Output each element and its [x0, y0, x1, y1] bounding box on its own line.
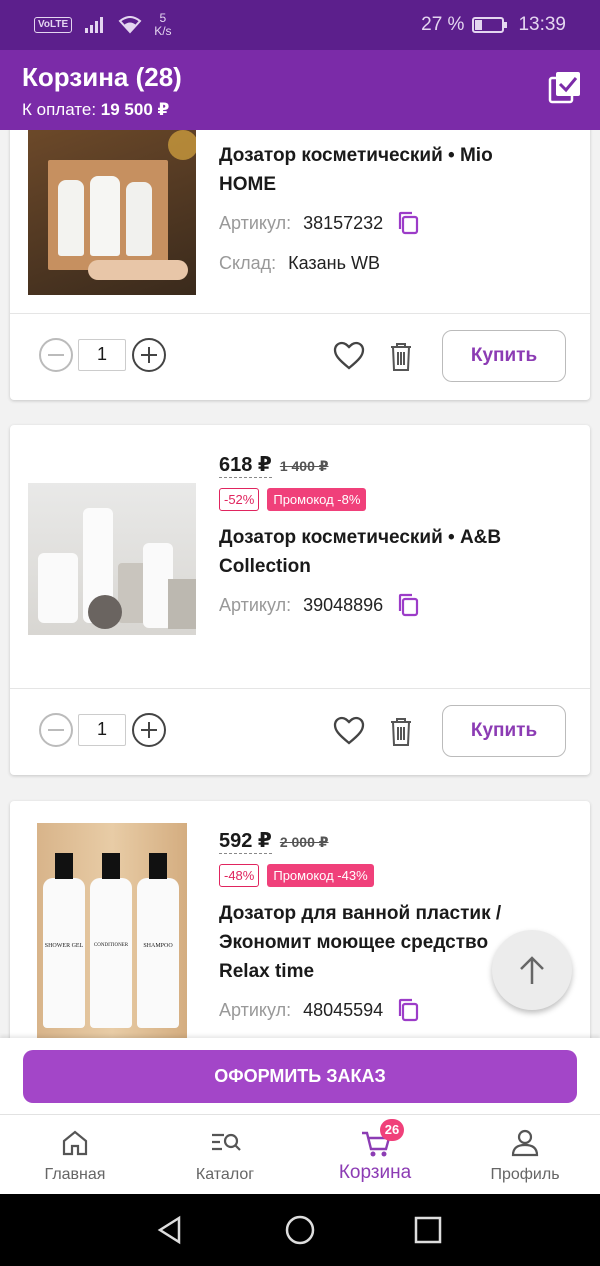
increase-quantity-button[interactable]: [132, 338, 166, 372]
checkout-button[interactable]: ОФОРМИТЬ ЗАКАЗ: [23, 1050, 577, 1103]
decrease-quantity-button[interactable]: [39, 338, 73, 372]
network-speed: 5 K/s: [154, 11, 172, 38]
article-value: 39048896: [303, 594, 384, 615]
item-controls: 1 Купить: [10, 312, 590, 400]
article-value: 38157232: [303, 212, 384, 233]
article-value: 48045594: [303, 999, 384, 1020]
nav-home[interactable]: Главная: [0, 1115, 150, 1195]
system-navigation-bar: [0, 1194, 600, 1266]
product-name[interactable]: Дозатор косметический • Mio HOME: [219, 141, 580, 199]
page-title: Корзина (28): [22, 62, 182, 92]
select-all-checkbox-icon[interactable]: [548, 70, 582, 104]
back-icon[interactable]: [155, 1215, 185, 1245]
discount-badge: -48%: [219, 864, 260, 887]
discount-badge: -52%: [219, 488, 260, 511]
volte-indicator: VoLTE: [34, 17, 73, 33]
label-shower-gel: SHOWER GEL: [44, 943, 84, 949]
copy-icon[interactable]: [397, 998, 419, 1022]
quantity-input[interactable]: 1: [78, 339, 126, 371]
nav-catalog[interactable]: Каталог: [150, 1115, 300, 1195]
buy-button[interactable]: Купить: [442, 330, 566, 382]
nav-profile[interactable]: Профиль: [450, 1115, 600, 1195]
article-row: Артикул: 39048896: [219, 593, 580, 617]
home-circle-icon[interactable]: [284, 1214, 316, 1246]
nav-cart[interactable]: 26 Корзина: [300, 1115, 450, 1195]
profile-icon: [511, 1129, 539, 1157]
status-bar: VoLTE 5 K/s 27 % 13:39: [0, 0, 600, 50]
pay-amount: 19 500 ₽: [100, 100, 170, 119]
item-controls: 1 Купить: [10, 687, 590, 775]
trash-icon[interactable]: [384, 339, 418, 373]
old-price: 2 000 ₽: [279, 834, 329, 850]
buy-button[interactable]: Купить: [442, 705, 566, 757]
promo-badge: Промокод -43%: [267, 864, 374, 887]
product-image[interactable]: SHOWER GEL CONDITIONER SHAMPOO: [37, 823, 187, 1038]
heart-icon[interactable]: [332, 714, 366, 748]
cart-item: 618 ₽ 1 400 ₽ -52% Промокод -8% Дозатор …: [10, 425, 590, 775]
increase-quantity-button[interactable]: [132, 713, 166, 747]
cart-count-badge: 26: [380, 1119, 404, 1141]
stock-row: Склад: Казань WB: [219, 253, 380, 273]
heart-icon[interactable]: [332, 339, 366, 373]
checkout-bar: ОФОРМИТЬ ЗАКАЗ: [0, 1038, 600, 1114]
battery-icon: [472, 17, 508, 33]
wifi-icon: [118, 16, 142, 34]
label-shampoo: SHAMPOO: [143, 943, 173, 949]
home-icon: [62, 1130, 88, 1156]
copy-icon[interactable]: [397, 593, 419, 617]
trash-icon[interactable]: [384, 714, 418, 748]
catalog-search-icon: [212, 1133, 241, 1151]
product-name[interactable]: Дозатор косметический • A&B Collection: [219, 523, 580, 581]
old-price: 1 400 ₽: [279, 458, 329, 474]
copy-icon[interactable]: [397, 211, 419, 235]
cart-list[interactable]: Дозатор косметический • Mio HOME Артикул…: [0, 130, 600, 1038]
cart-header: Корзина (28) К оплате: 19 500 ₽: [0, 50, 600, 130]
recent-apps-icon[interactable]: [413, 1215, 443, 1245]
clock: 13:39: [518, 14, 566, 35]
decrease-quantity-button[interactable]: [39, 713, 73, 747]
pay-summary: К оплате: 19 500 ₽: [22, 100, 169, 120]
price: 618 ₽: [219, 454, 272, 478]
price: 592 ₽: [219, 830, 272, 854]
article-row: Артикул: 38157232: [219, 211, 580, 235]
arrow-up-icon: [520, 956, 544, 984]
product-image[interactable]: [28, 483, 196, 635]
battery-percent: 27 %: [421, 14, 465, 35]
promo-badge: Промокод -8%: [267, 488, 367, 511]
cart-item: Дозатор косметический • Mio HOME Артикул…: [10, 130, 590, 400]
signal-icon: [85, 17, 104, 33]
label-conditioner: CONDITIONER: [93, 943, 129, 948]
quantity-input[interactable]: 1: [78, 714, 126, 746]
product-image[interactable]: [28, 130, 196, 295]
scroll-to-top-button[interactable]: [492, 930, 572, 1010]
pay-label: К оплате:: [22, 100, 97, 119]
bottom-navigation: Главная Каталог 26 Корзина Профиль: [0, 1114, 600, 1194]
stock-value: Казань WB: [288, 253, 380, 273]
